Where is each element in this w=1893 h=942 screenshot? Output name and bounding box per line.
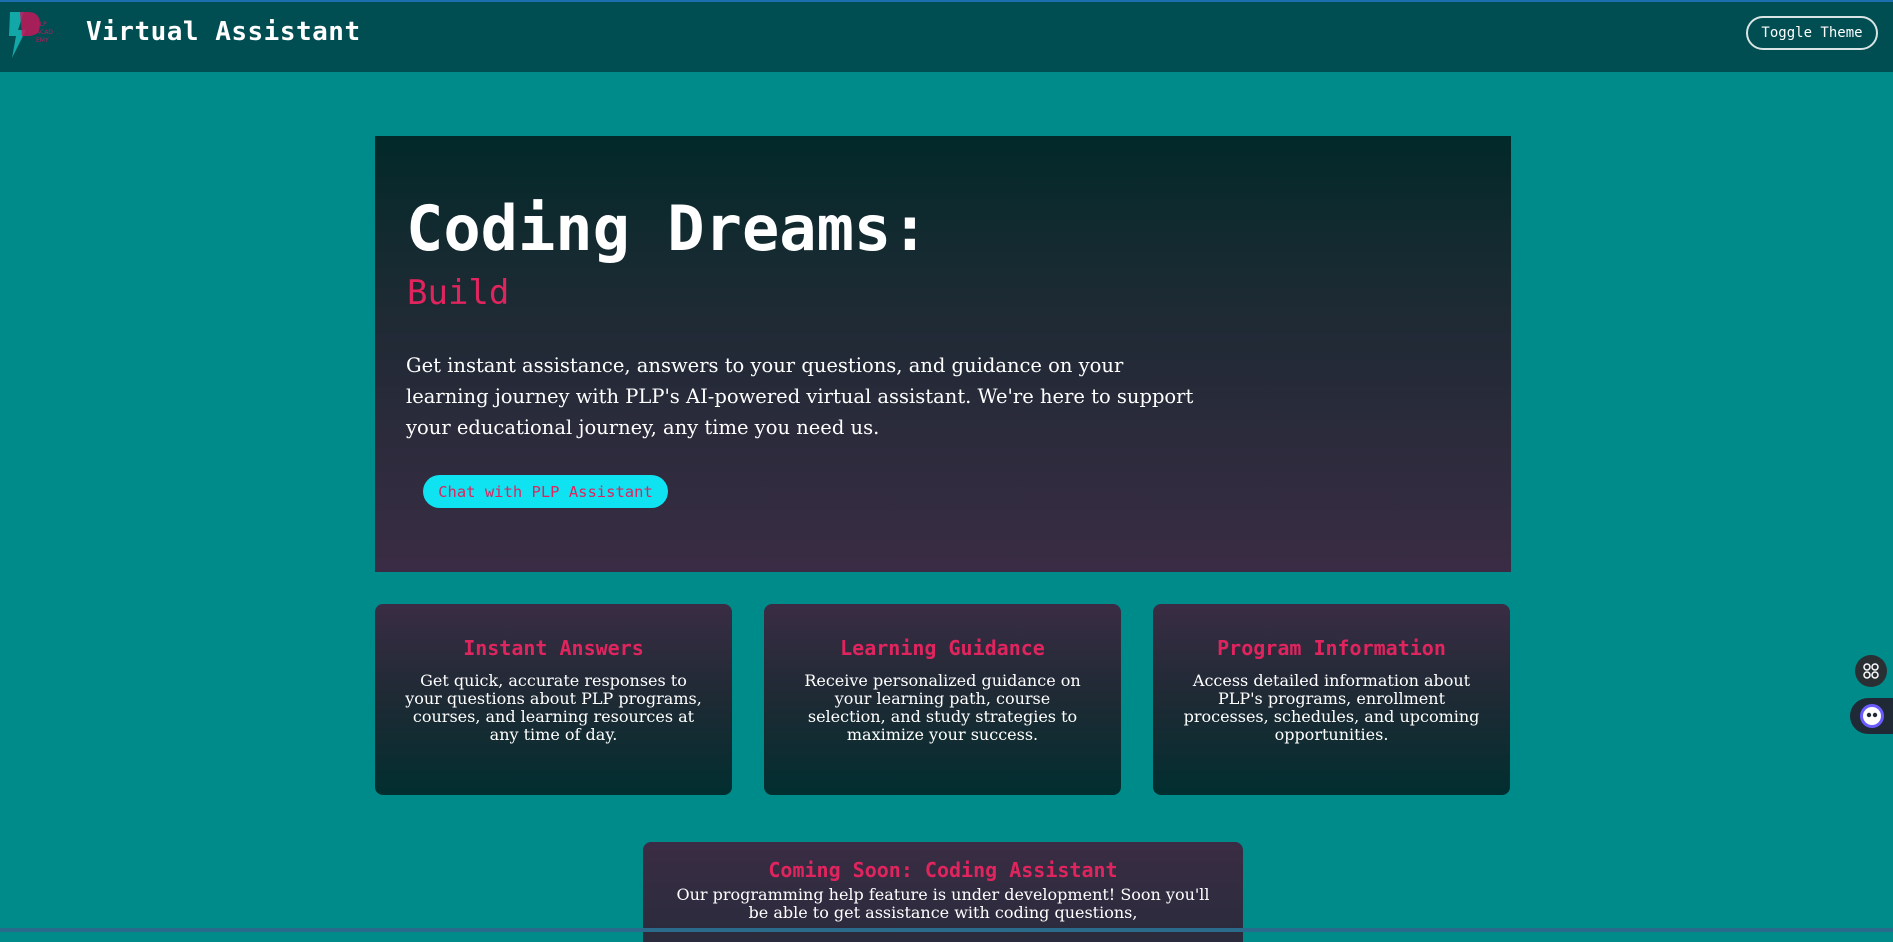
feature-card-learning-guidance: Learning Guidance Receive personalized g… [764, 604, 1121, 795]
hero-subtitle: Build [407, 273, 510, 313]
feature-card-title: Instant Answers [463, 636, 644, 660]
feature-card-program-information: Program Information Access detailed info… [1153, 604, 1510, 795]
chatbot-icon[interactable] [1850, 698, 1893, 734]
toggle-theme-button[interactable]: Toggle Theme [1746, 16, 1878, 50]
feature-card-text: Get quick, accurate responses to your qu… [405, 671, 702, 744]
chat-with-assistant-button[interactable]: Chat with PLP Assistant [423, 475, 668, 508]
feature-card-instant-answers: Instant Answers Get quick, accurate resp… [375, 604, 732, 795]
bottom-edge [0, 928, 1893, 932]
top-navbar: PLP ACAD EMY Virtual Assistant Toggle Th… [0, 0, 1893, 72]
coming-soon-card: Coming Soon: Coding Assistant Our progra… [643, 842, 1243, 942]
hero-title: Coding Dreams: [406, 192, 929, 265]
hero-section: Coding Dreams: Build Get instant assista… [375, 136, 1511, 572]
feature-card-title: Learning Guidance [840, 636, 1045, 660]
svg-text:EMY: EMY [36, 37, 49, 44]
svg-text:ACAD: ACAD [36, 29, 53, 36]
coming-soon-text: Our programming help feature is under de… [676, 885, 1210, 922]
hero-description: Get instant assistance, answers to your … [406, 354, 1194, 439]
plp-logo-icon[interactable]: PLP ACAD EMY [6, 8, 66, 60]
feature-card-text: Access detailed information about PLP's … [1183, 671, 1480, 744]
coming-soon-title: Coming Soon: Coding Assistant [768, 858, 1118, 882]
command-icon[interactable] [1855, 655, 1887, 687]
feature-card-text: Receive personalized guidance on your le… [804, 671, 1081, 744]
app-title: Virtual Assistant [86, 17, 361, 47]
feature-card-title: Program Information [1217, 636, 1446, 660]
svg-text:PLP: PLP [36, 21, 47, 28]
